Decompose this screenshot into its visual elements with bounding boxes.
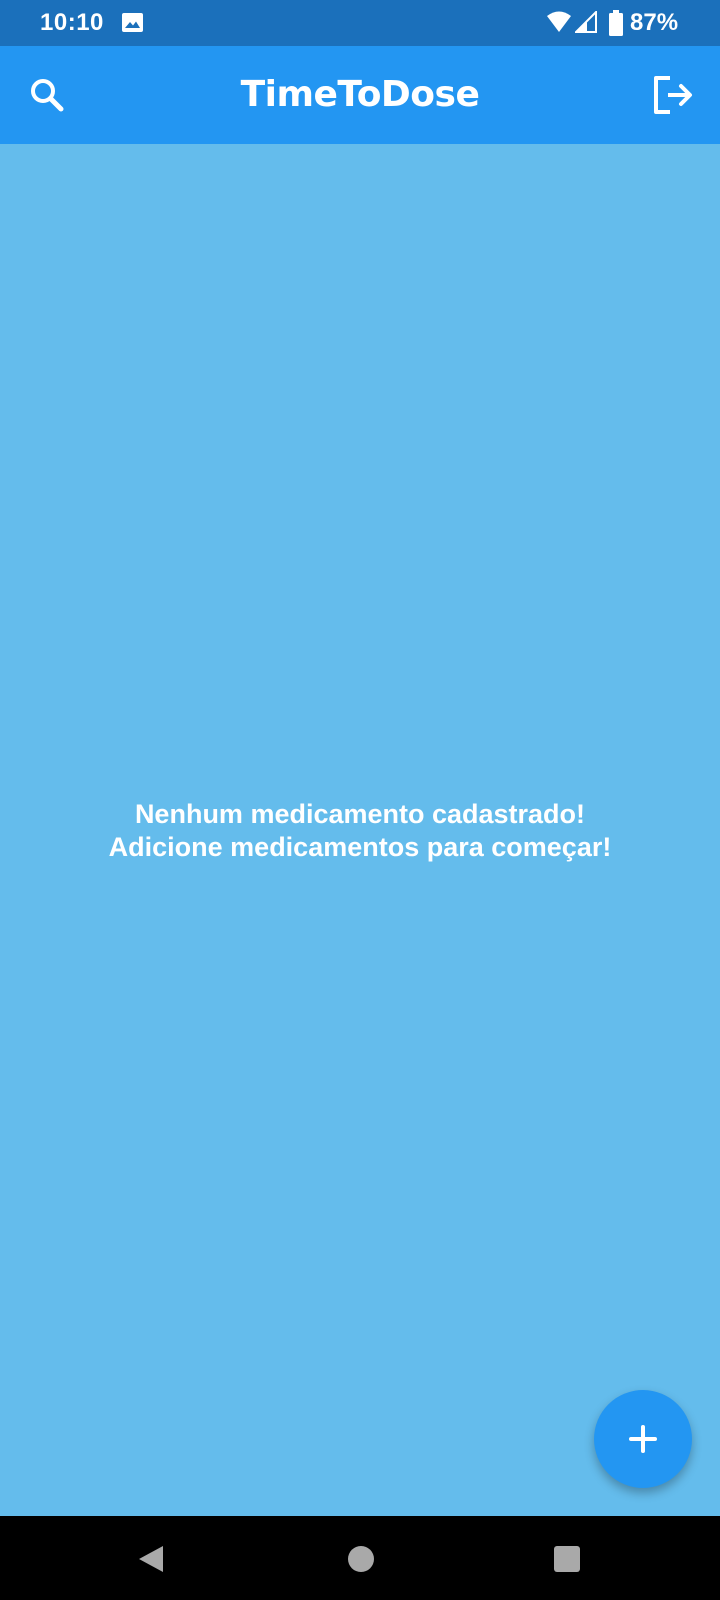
empty-state-line-1: Nenhum medicamento cadastrado!: [134, 799, 586, 829]
image-icon: [122, 13, 143, 32]
app-title: TimeToDose: [240, 74, 480, 115]
logout-icon[interactable]: [652, 72, 698, 118]
app-bar: TimeToDose: [0, 46, 720, 144]
empty-state-line-2: Adicione medicamentos para começar!: [108, 832, 612, 862]
status-time: 10:10: [40, 9, 104, 36]
plus-icon: [629, 1425, 657, 1453]
empty-state-message: Nenhum medicamento cadastrado! Adicione …: [0, 798, 720, 864]
battery-percent: 87%: [630, 9, 679, 36]
signal-icon: [575, 11, 597, 33]
back-icon[interactable]: [137, 1544, 165, 1574]
wifi-icon: [547, 11, 571, 32]
add-medication-button[interactable]: [594, 1390, 692, 1488]
home-icon[interactable]: [348, 1546, 374, 1572]
navigation-bar: [0, 1516, 720, 1600]
recents-icon[interactable]: [554, 1546, 580, 1572]
battery-icon: [609, 10, 623, 36]
status-bar: 10:10 87%: [0, 0, 720, 46]
